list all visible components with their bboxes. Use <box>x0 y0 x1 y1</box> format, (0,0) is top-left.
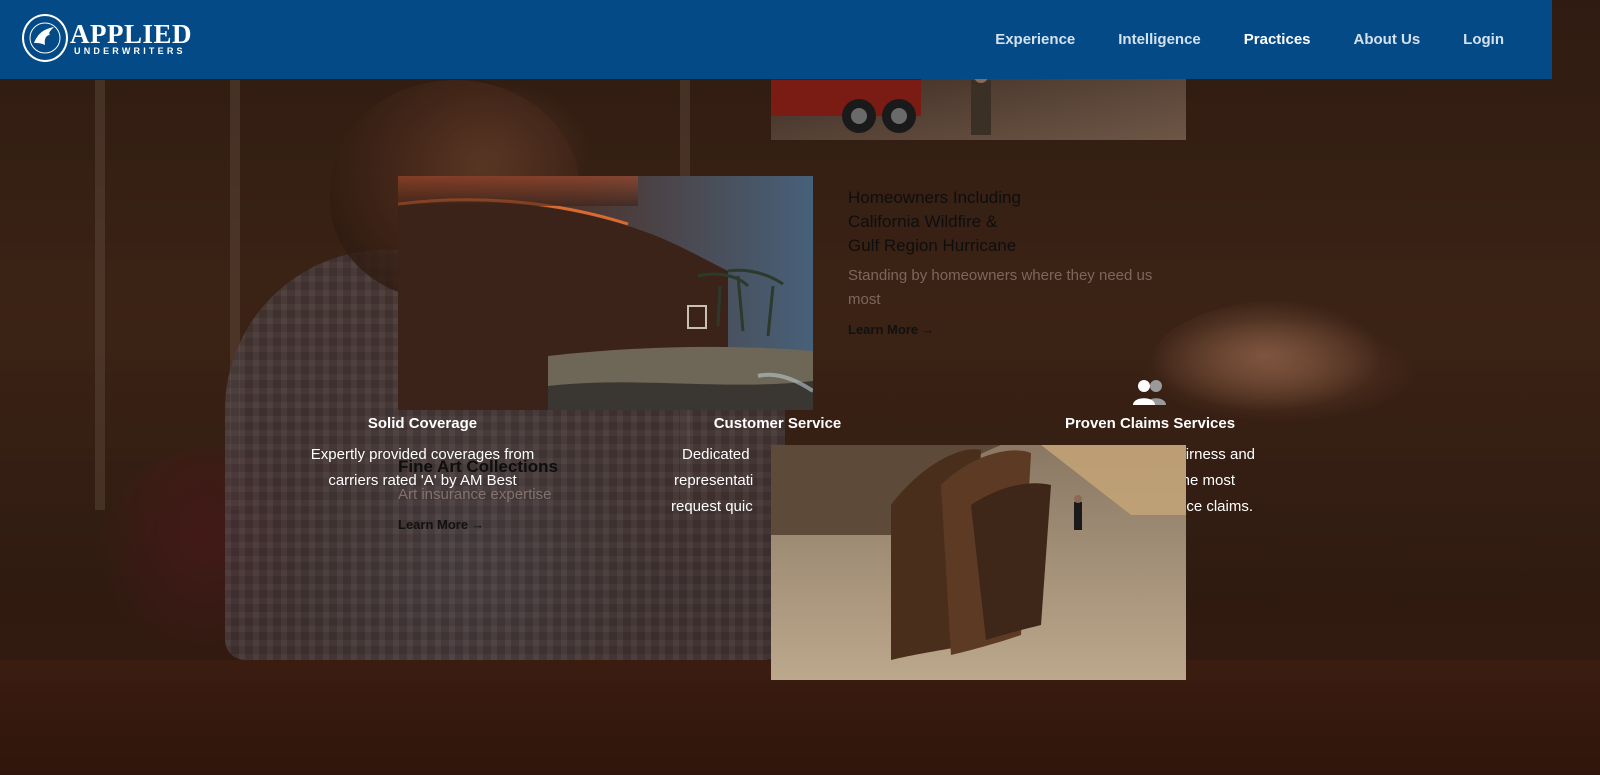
homeowners-card-text: Homeowners Including California Wildfire… <box>848 186 1178 339</box>
brand-logo[interactable]: APPLIED UNDERWRITERS <box>22 14 192 62</box>
learn-more-link[interactable]: Learn More → <box>848 322 934 337</box>
homeowners-card-image[interactable] <box>398 176 813 410</box>
nav-intelligence[interactable]: Intelligence <box>1118 31 1201 48</box>
arrow-right-icon: → <box>921 322 935 337</box>
nav-practices[interactable]: Practices <box>1244 31 1311 48</box>
card-title: Fine Art Collections <box>398 457 558 476</box>
card-description: Art insurance expertise <box>398 486 552 503</box>
card-title: Gulf Region Hurricane <box>848 236 1017 255</box>
learn-more-label: Learn More <box>848 322 919 337</box>
fine-art-card-image[interactable] <box>771 445 1186 680</box>
brand-subname: UNDERWRITERS <box>74 45 186 56</box>
arrow-right-icon: → <box>471 517 485 532</box>
card-title: Homeowners Including <box>848 188 1021 207</box>
card-description: Standing by homeowners where they need u… <box>848 267 1153 308</box>
brand-name: APPLIED <box>70 18 193 49</box>
learn-more-label: Learn More <box>398 517 469 532</box>
learn-more-link[interactable]: Learn More → <box>398 517 484 532</box>
feature-title: Proven Claims Services <box>1064 415 1236 432</box>
eagle-globe-icon <box>22 14 68 62</box>
nav-about-us[interactable]: About Us <box>1354 31 1421 48</box>
fine-art-card-text: Fine Art Collections Art insurance exper… <box>398 455 738 534</box>
nav-login[interactable]: Login <box>1463 31 1504 48</box>
main-nav: Experience Intelligence Practices About … <box>952 0 1504 79</box>
people-icon <box>1040 375 1260 405</box>
feature-title: Solid Coverage <box>367 415 478 432</box>
feature-title: Customer Service <box>713 415 842 432</box>
site-header: APPLIED UNDERWRITERS Experience Intellig… <box>0 0 1552 79</box>
nav-experience[interactable]: Experience <box>995 31 1075 48</box>
card-title: California Wildfire & <box>848 212 998 231</box>
